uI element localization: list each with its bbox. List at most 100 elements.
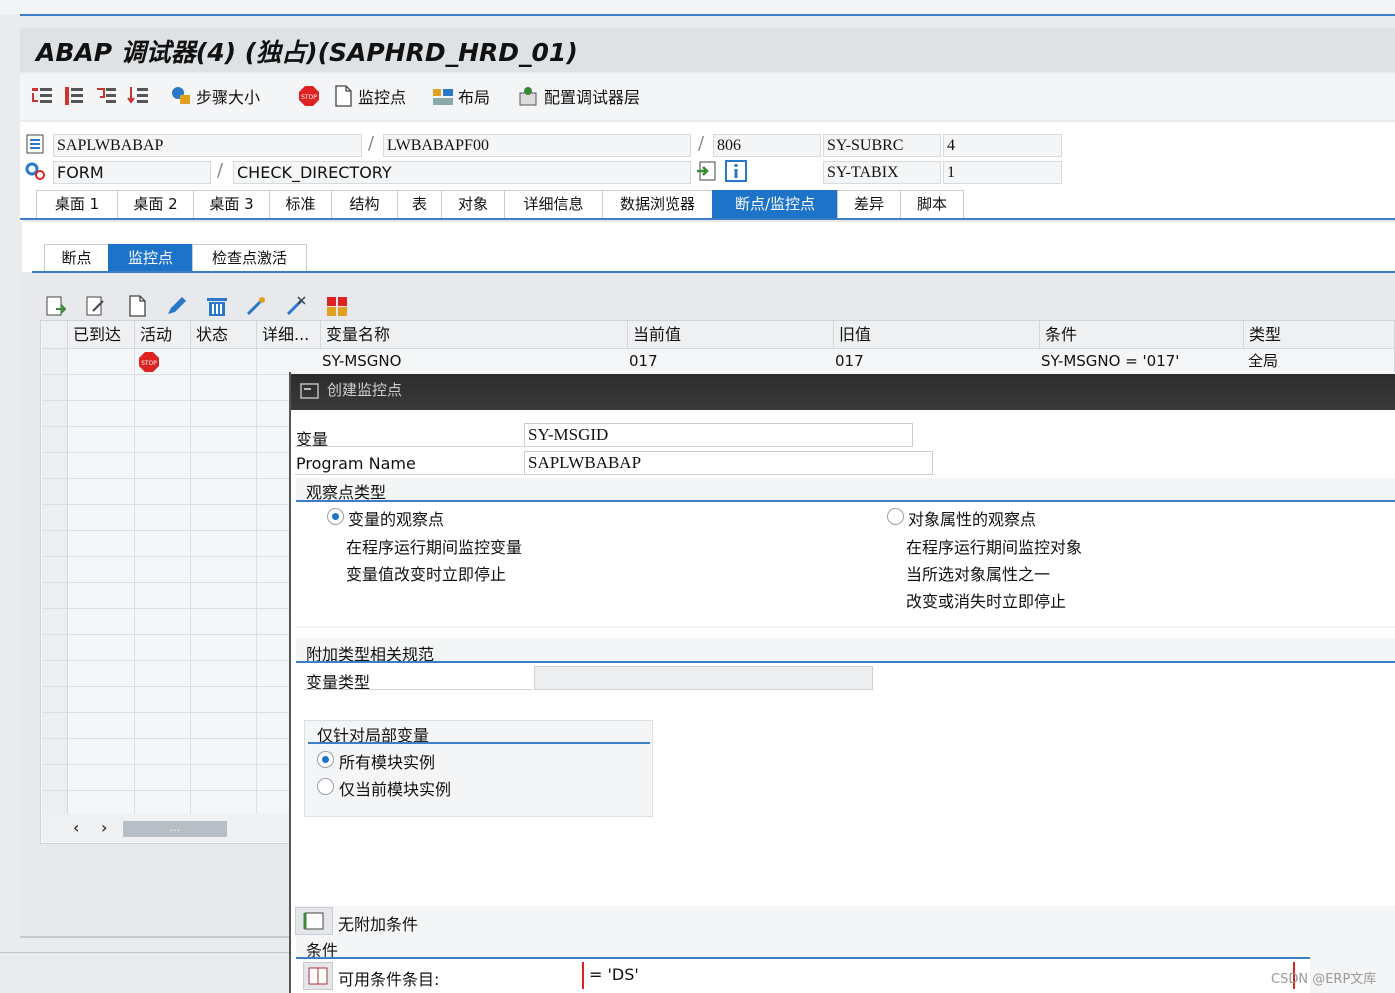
event-name-field[interactable]: CHECK_DIRECTORY [233, 161, 691, 184]
condition-items-button[interactable] [303, 962, 333, 990]
group-underline [308, 742, 650, 744]
line-field[interactable]: 806 [713, 134, 821, 157]
condition-input-text: = 'DS' [589, 965, 639, 984]
separator: / [217, 160, 224, 181]
info-icon[interactable] [725, 160, 747, 186]
config-icon [518, 85, 540, 107]
grid-line [42, 634, 290, 635]
new-document-icon[interactable] [126, 295, 148, 321]
step-size-label: 步骤大小 [196, 88, 261, 107]
tab-desktop-3[interactable]: 桌面 3 [193, 190, 270, 219]
scroll-right-icon[interactable]: › [101, 818, 107, 837]
program-icon [24, 133, 46, 159]
tab-standard[interactable]: 标准 [269, 190, 332, 219]
change-icon[interactable] [85, 295, 107, 321]
execute-button[interactable] [62, 82, 84, 110]
column-header-condition[interactable]: 条件 [1040, 321, 1244, 349]
event-type-field[interactable]: FORM [53, 161, 211, 184]
column-header-current[interactable]: 当前值 [628, 321, 834, 349]
tab-desktop-1[interactable]: 桌面 1 [36, 190, 118, 219]
variable-watchpoint-label: 变量的观察点 [348, 510, 445, 529]
grid-line [42, 530, 290, 531]
object-watchpoint-desc: 在程序运行期间监控对象 [906, 538, 1083, 557]
label-underline [304, 689, 532, 690]
gear-icon [24, 161, 46, 185]
delete-all-icon[interactable] [325, 295, 349, 321]
tab-breakpoints-watchpoints[interactable]: 断点/监控点 [712, 190, 838, 219]
deactivate-icon[interactable] [285, 295, 307, 321]
subtab-watchpoints[interactable]: 监控点 [108, 244, 193, 272]
tab-diff[interactable]: 差异 [837, 190, 901, 219]
pencil-icon[interactable] [165, 295, 187, 321]
cell-current: 017 [629, 352, 658, 370]
tab-details[interactable]: 详细信息 [504, 190, 603, 219]
condition-input[interactable]: = 'DS' [582, 962, 1295, 989]
current-instance-label: 仅当前模块实例 [339, 780, 452, 799]
sy-tabix-value: 1 [943, 161, 1062, 184]
create-icon[interactable] [45, 295, 67, 321]
condition-icon [303, 912, 324, 930]
scroll-left-icon[interactable]: ‹ [73, 818, 79, 837]
tab-object[interactable]: 对象 [441, 190, 505, 219]
single-step-button[interactable] [30, 82, 52, 110]
column-header-status[interactable]: 状态 [191, 321, 257, 349]
tab-table[interactable]: 表 [397, 190, 442, 219]
divider [20, 936, 290, 938]
program-field[interactable]: SAPLWBABAP [53, 134, 362, 157]
variable-watchpoint-desc: 变量值改变时立即停止 [346, 565, 507, 584]
column-header-type[interactable]: 类型 [1244, 321, 1395, 349]
window-title: ABAP 调试器(4) (独占)(SAPHRD_HRD_01) [36, 38, 578, 67]
navigate-icon[interactable] [696, 160, 718, 186]
config-layers-label: 配置调试器层 [544, 88, 641, 107]
label-underline [295, 474, 523, 475]
top-strip [0, 0, 1395, 14]
no-condition-button[interactable] [295, 907, 333, 935]
step-size-button[interactable]: 步骤大小 [170, 82, 260, 110]
grid-line [42, 608, 290, 609]
breakpoint-button[interactable]: STOP [298, 82, 320, 110]
grid-line [42, 504, 290, 505]
subtab-underline [32, 271, 1395, 273]
stop-icon[interactable]: STOP [138, 351, 160, 377]
object-watchpoint-radio[interactable] [887, 508, 904, 525]
grid-line [42, 686, 290, 687]
dialog-window-icon [300, 382, 320, 404]
trash-icon[interactable] [205, 295, 229, 321]
grid-line [42, 582, 290, 583]
watermark: CSDN @ERP文库 [1271, 972, 1377, 987]
tab-desktop-2[interactable]: 桌面 2 [117, 190, 194, 219]
book-icon [308, 967, 328, 985]
variable-input[interactable]: SY-MSGID [524, 423, 913, 447]
top-divider [20, 14, 1395, 16]
separator: / [698, 133, 705, 154]
program-name-input[interactable]: SAPLWBABAP [524, 451, 933, 475]
layout-button[interactable]: 布局 [432, 82, 490, 110]
cell-old: 017 [835, 352, 864, 370]
activate-icon[interactable] [245, 295, 267, 321]
subtab-checkpoint-activation[interactable]: 检查点激活 [192, 244, 307, 272]
column-header-reached[interactable]: 已到达 [68, 321, 135, 349]
variable-watchpoint-radio[interactable] [327, 508, 344, 525]
scroll-thumb[interactable]: ... [123, 821, 227, 837]
step-size-icon [170, 85, 192, 107]
column-header-variable[interactable]: 变量名称 [321, 321, 628, 349]
tab-script[interactable]: 脚本 [900, 190, 964, 219]
all-instances-label: 所有模块实例 [339, 753, 436, 772]
subtab-breakpoints[interactable]: 断点 [44, 244, 109, 272]
return-button[interactable] [94, 82, 116, 110]
label-underline [295, 446, 523, 447]
variable-type-field [534, 666, 873, 690]
column-header-old[interactable]: 旧值 [834, 321, 1040, 349]
tab-structure[interactable]: 结构 [331, 190, 398, 219]
continue-button[interactable] [126, 82, 148, 110]
all-instances-radio[interactable] [317, 751, 334, 768]
grid-line [42, 478, 290, 479]
current-instance-radio[interactable] [317, 778, 334, 795]
grid-line [42, 660, 290, 661]
watchpoint-button[interactable]: 监控点 [332, 82, 406, 110]
tab-data-browser[interactable]: 数据浏览器 [602, 190, 713, 219]
column-header-active[interactable]: 活动 [135, 321, 191, 349]
include-field[interactable]: LWBABAPF00 [383, 134, 691, 157]
config-layers-button[interactable]: 配置调试器层 [518, 82, 640, 110]
column-header-details[interactable]: 详细... [257, 321, 321, 349]
